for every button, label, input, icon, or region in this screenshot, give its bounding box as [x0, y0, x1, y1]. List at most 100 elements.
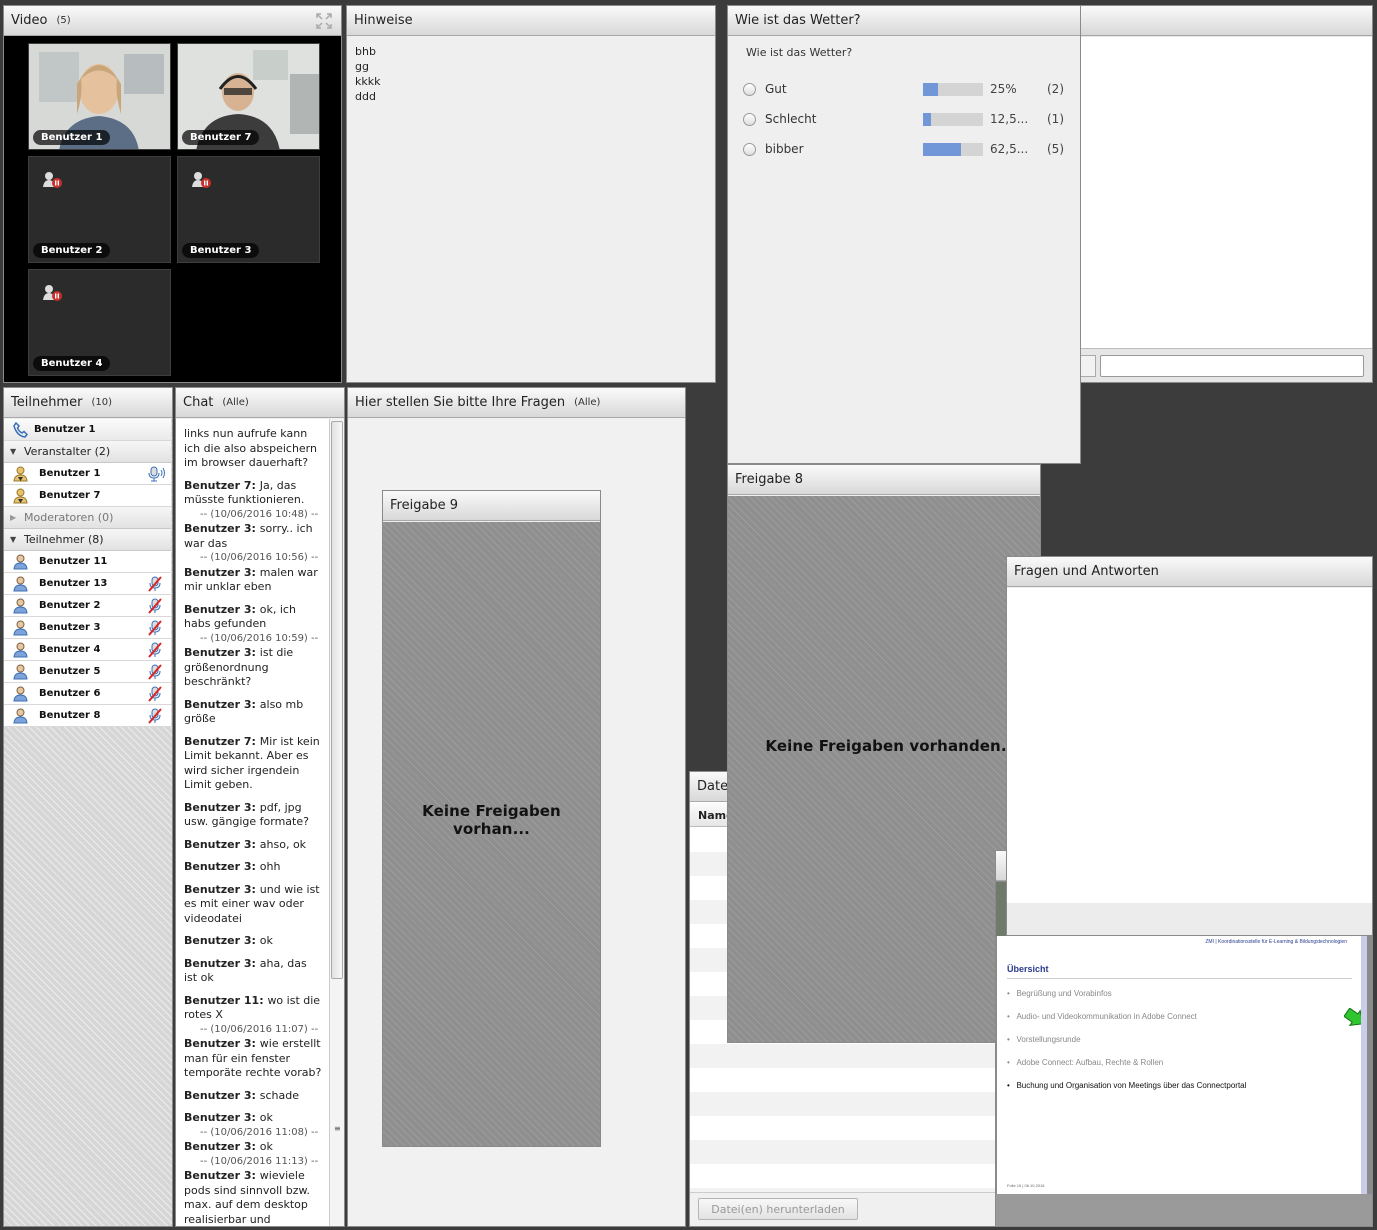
questions-pod-header[interactable]: Hier stellen Sie bitte Ihre Fragen (Alle… — [348, 388, 685, 418]
microphone-muted-icon[interactable] — [148, 620, 162, 636]
chat-message: Benutzer 3: wieviele pods sind sinnvoll … — [184, 1169, 323, 1226]
microphone-muted-icon[interactable] — [148, 664, 162, 680]
chat-author: Benutzer 3 — [184, 1140, 252, 1153]
microphone-muted-icon[interactable] — [148, 598, 162, 614]
attendee-row[interactable]: Benutzer 8 — [4, 705, 171, 727]
notes-line: bhb — [355, 45, 376, 58]
attendee-row[interactable]: Benutzer 7 — [4, 485, 171, 507]
chat-author-separator: : — [251, 800, 260, 814]
poll-pod-header[interactable]: Wie ist das Wetter? — [728, 6, 1080, 36]
attendee-row[interactable]: Benutzer 11 — [4, 551, 171, 573]
video-tile[interactable]: Benutzer 3 — [177, 156, 320, 263]
background-pod-input[interactable] — [1100, 355, 1364, 377]
notes-text[interactable]: bhb gg kkkk ddd — [347, 37, 715, 382]
chat-timestamp: -- (10/06/2016 11:07) -- — [200, 1023, 319, 1035]
poll-radio[interactable] — [743, 82, 756, 96]
microphone-muted-icon[interactable] — [148, 686, 162, 702]
download-files-button[interactable]: Datei(en) herunterladen — [698, 1198, 858, 1220]
notes-line: gg — [355, 60, 369, 73]
fullscreen-icon[interactable] — [316, 13, 332, 29]
group-participants[interactable]: ▼ Teilnehmer (8) — [4, 529, 171, 551]
user-icon — [13, 576, 28, 592]
chat-message: Benutzer 3: ohh — [184, 860, 323, 875]
attendee-row[interactable]: Benutzer 13 — [4, 573, 171, 595]
microphone-muted-icon[interactable] — [148, 642, 162, 658]
microphone-active-icon[interactable] — [148, 466, 165, 482]
attendee-row[interactable]: Benutzer 1 — [4, 463, 171, 485]
background-pod-header[interactable] — [1076, 6, 1372, 36]
chat-author: Benutzer 3 — [184, 882, 252, 896]
chat-scrollbar[interactable]: ≡ — [329, 419, 344, 1226]
chat-author-separator: : — [251, 1169, 260, 1182]
expand-icon[interactable]: ▼ — [10, 447, 16, 456]
chat-pod-header[interactable]: Chat (Alle) — [176, 388, 344, 418]
chat-message: Benutzer 11: wo ist die rotes X -- (10/06… — [184, 994, 323, 1038]
attendee-row[interactable]: Benutzer 2 — [4, 595, 171, 617]
poll-count: (5) — [1047, 142, 1064, 156]
video-tile[interactable]: Benutzer 2 — [28, 156, 171, 263]
poll-percent: 25% — [990, 82, 1017, 96]
attendee-row[interactable]: Benutzer 5 — [4, 661, 171, 683]
attendee-row[interactable]: Benutzer 4 — [4, 639, 171, 661]
slide-bullet: • Audio- und Videokommunikation in Adobe… — [1007, 1012, 1197, 1021]
collapse-icon[interactable]: ▶ — [10, 513, 16, 522]
poll-option[interactable]: Schlecht 12,5... (1) — [728, 107, 1080, 131]
poll-result-bar — [923, 112, 983, 126]
share-pod-8-title: Freigabe 8 — [735, 472, 804, 487]
chat-author: Benutzer 3 — [184, 565, 252, 579]
chat-timestamp: -- (10/06/2016 10:56) -- — [200, 552, 319, 563]
slide-divider — [1007, 978, 1352, 979]
video-tile-label: Benutzer 3 — [182, 243, 260, 258]
attendees-pod-header[interactable]: Teilnehmer (10) — [4, 388, 172, 418]
poll-radio[interactable] — [743, 112, 756, 126]
chat-author-separator: : — [251, 565, 260, 579]
microphone-muted-icon[interactable] — [148, 576, 162, 592]
poll-result-bar — [923, 142, 983, 156]
chat-message: Benutzer 3: sorry.. ich war das -- (10/06… — [184, 522, 323, 566]
video-count: (5) — [56, 15, 71, 26]
chat-message: Benutzer 3: aha, das ist ok — [184, 957, 323, 986]
notes-pod-header[interactable]: Hinweise — [347, 6, 715, 36]
video-tile-label: Benutzer 2 — [33, 243, 111, 258]
chat-message: links nun aufrufe kann ich die also absp… — [184, 427, 323, 471]
user-icon — [13, 686, 28, 702]
chat-message: Benutzer 3: ahso, ok — [184, 838, 323, 853]
qa-list[interactable] — [1007, 588, 1372, 904]
attendee-name: Benutzer 5 — [39, 666, 101, 677]
user-icon — [13, 554, 28, 570]
share-pod-9-header[interactable]: Freigabe 9 — [383, 491, 600, 521]
poll-result-bar — [923, 82, 983, 96]
chat-scroll-thumb[interactable] — [331, 421, 343, 979]
slide-bullet-text: Audio- und Videokommunikation in Adobe C… — [1016, 1012, 1197, 1021]
chat-text: schade — [259, 1088, 300, 1102]
group-hosts[interactable]: ▼ Veranstalter (2) — [4, 441, 171, 463]
group-label: Veranstalter (2) — [24, 445, 111, 458]
video-tile[interactable]: Benutzer 7 — [177, 43, 320, 150]
chat-timestamp: -- (10/06/2016 11:08) -- — [200, 1126, 319, 1138]
chat-messages[interactable]: links nun aufrufe kann ich die also absp… — [176, 419, 329, 1226]
attendee-self-row[interactable]: Benutzer 1 — [4, 419, 171, 441]
video-tile[interactable]: Benutzer 4 — [28, 269, 171, 376]
share-pod-8-header[interactable]: Freigabe 8 — [728, 465, 1040, 495]
microphone-muted-icon[interactable] — [148, 708, 162, 724]
attendee-name: Benutzer 1 — [34, 424, 96, 435]
chat-text: ahso, ok — [259, 837, 307, 851]
chat-author: Benutzer 3 — [184, 1169, 252, 1182]
chat-author-separator: : — [251, 1111, 260, 1124]
video-tile[interactable]: Benutzer 1 — [28, 43, 171, 150]
chat-author: Benutzer 7 — [184, 734, 252, 748]
poll-radio[interactable] — [743, 142, 756, 156]
video-pod-header[interactable]: Video (5) — [4, 6, 341, 36]
chat-author-separator: : — [251, 522, 260, 535]
attendee-row[interactable]: Benutzer 6 — [4, 683, 171, 705]
expand-icon[interactable]: ▼ — [10, 535, 16, 544]
group-label: Moderatoren (0) — [24, 511, 114, 524]
group-presenters[interactable]: ▶ Moderatoren (0) — [4, 507, 171, 529]
attendee-row[interactable]: Benutzer 3 — [4, 617, 171, 639]
chat-author-separator: : — [251, 1140, 260, 1153]
poll-option[interactable]: bibber 62,5... (5) — [728, 137, 1080, 161]
scroll-grip-icon: ≡ — [334, 1124, 341, 1133]
poll-option[interactable]: Gut 25% (2) — [728, 77, 1080, 101]
qa-pod-header[interactable]: Fragen und Antworten — [1007, 557, 1372, 587]
chat-author-separator: : — [251, 1037, 260, 1050]
